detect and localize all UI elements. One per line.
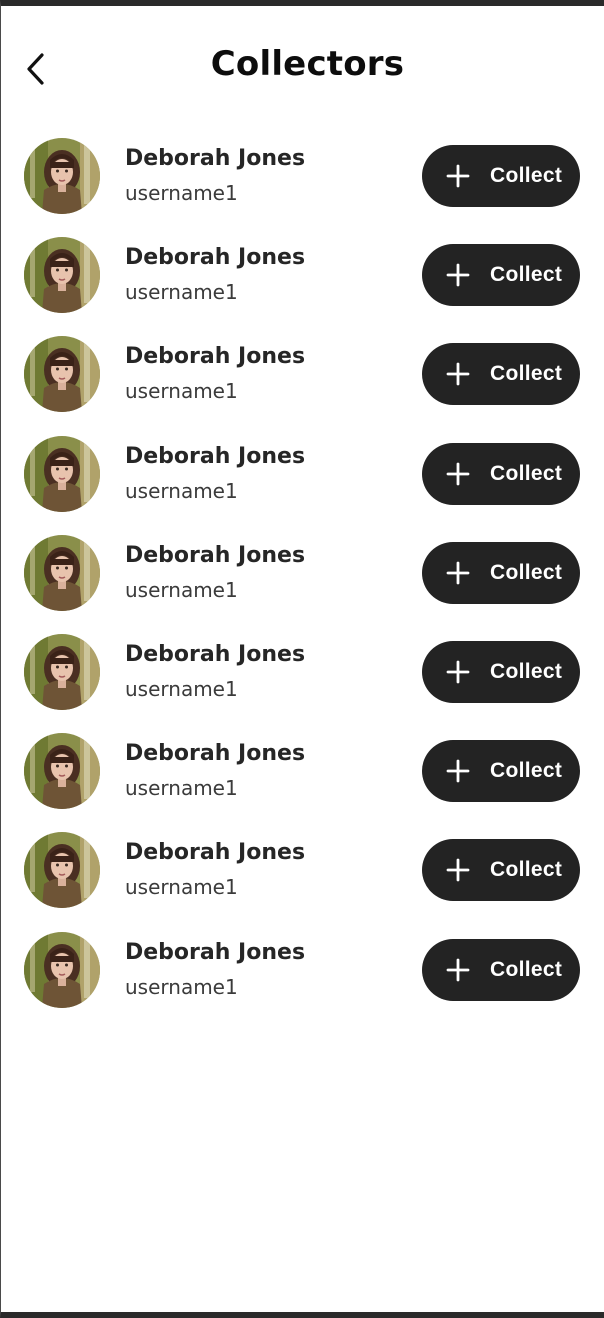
collector-row: Deborah Jones username1 Collect bbox=[1, 134, 604, 233]
avatar[interactable] bbox=[24, 733, 100, 810]
collector-row: Deborah Jones username1 Collect bbox=[1, 233, 604, 332]
avatar[interactable] bbox=[24, 633, 100, 710]
avatar[interactable] bbox=[24, 237, 100, 314]
collector-username: username1 bbox=[125, 379, 238, 404]
collector-row: Deborah Jones username1 Collect bbox=[1, 928, 604, 1027]
collector-name: Deborah Jones bbox=[125, 542, 306, 568]
collect-button-label: Collect bbox=[490, 858, 563, 882]
header: Collectors bbox=[1, 6, 604, 128]
collect-button-label: Collect bbox=[490, 362, 563, 386]
collector-name: Deborah Jones bbox=[125, 245, 306, 271]
collect-button-label: Collect bbox=[490, 560, 563, 584]
avatar-photo bbox=[24, 435, 100, 512]
page-title: Collectors bbox=[210, 44, 405, 84]
plus-icon bbox=[446, 561, 470, 585]
collector-username: username1 bbox=[125, 280, 238, 305]
collector-name: Deborah Jones bbox=[125, 939, 306, 965]
plus-icon bbox=[446, 263, 470, 287]
app-screen: Collectors Deborah Jones username1 Colle… bbox=[0, 0, 604, 1318]
avatar-photo bbox=[24, 138, 100, 214]
collector-name: Deborah Jones bbox=[125, 641, 306, 667]
collect-button-label: Collect bbox=[490, 759, 563, 783]
avatar[interactable] bbox=[24, 435, 100, 512]
collector-name: Deborah Jones bbox=[125, 741, 306, 767]
collector-username: username1 bbox=[125, 577, 238, 602]
avatar[interactable] bbox=[24, 138, 100, 214]
avatar-photo bbox=[24, 534, 100, 611]
collect-button[interactable]: Collect bbox=[422, 244, 580, 307]
collect-button-label: Collect bbox=[490, 659, 563, 683]
collect-button-label: Collect bbox=[490, 957, 563, 981]
plus-icon bbox=[446, 958, 470, 981]
collect-button[interactable]: Collect bbox=[422, 640, 580, 703]
plus-icon bbox=[446, 660, 470, 684]
collector-row: Deborah Jones username1 Collect bbox=[1, 630, 604, 729]
collect-button-label: Collect bbox=[490, 164, 563, 187]
collect-button[interactable]: Collect bbox=[422, 145, 580, 207]
collect-button[interactable]: Collect bbox=[422, 442, 580, 505]
collect-button[interactable]: Collect bbox=[422, 740, 580, 803]
avatar[interactable] bbox=[24, 931, 100, 1008]
collector-name: Deborah Jones bbox=[125, 443, 306, 469]
collect-button[interactable]: Collect bbox=[422, 839, 580, 902]
collector-row: Deborah Jones username1 Collect bbox=[1, 828, 604, 927]
collector-row: Deborah Jones username1 Collect bbox=[1, 332, 604, 431]
collect-button[interactable]: Collect bbox=[422, 938, 580, 1001]
collector-row: Deborah Jones username1 Collect bbox=[1, 531, 604, 630]
avatar[interactable] bbox=[24, 534, 100, 611]
plus-icon bbox=[446, 362, 470, 386]
collector-username: username1 bbox=[125, 974, 238, 999]
collector-row: Deborah Jones username1 Collect bbox=[1, 729, 604, 828]
avatar-photo bbox=[24, 733, 100, 810]
collector-row: Deborah Jones username1 Collect bbox=[1, 432, 604, 531]
collector-name: Deborah Jones bbox=[125, 344, 306, 370]
collect-button[interactable]: Collect bbox=[422, 343, 580, 406]
avatar-photo bbox=[24, 336, 100, 413]
collector-name: Deborah Jones bbox=[125, 840, 306, 866]
plus-icon bbox=[446, 858, 470, 882]
plus-icon bbox=[446, 462, 470, 485]
collect-button[interactable]: Collect bbox=[422, 541, 580, 604]
collector-username: username1 bbox=[125, 875, 238, 900]
collector-username: username1 bbox=[125, 181, 238, 205]
avatar[interactable] bbox=[24, 832, 100, 909]
avatar-photo bbox=[24, 832, 100, 909]
plus-icon bbox=[446, 164, 470, 188]
collector-username: username1 bbox=[125, 478, 238, 503]
avatar-photo bbox=[24, 633, 100, 710]
avatar-photo bbox=[24, 931, 100, 1008]
collector-name: Deborah Jones bbox=[125, 146, 306, 171]
avatar[interactable] bbox=[24, 336, 100, 413]
collector-list: Deborah Jones username1 Collect Deborah … bbox=[1, 134, 604, 1027]
collector-username: username1 bbox=[125, 776, 238, 801]
collect-button-label: Collect bbox=[490, 461, 563, 485]
collector-username: username1 bbox=[125, 676, 238, 701]
plus-icon bbox=[446, 759, 470, 783]
avatar-photo bbox=[24, 237, 100, 314]
collect-button-label: Collect bbox=[490, 263, 563, 287]
